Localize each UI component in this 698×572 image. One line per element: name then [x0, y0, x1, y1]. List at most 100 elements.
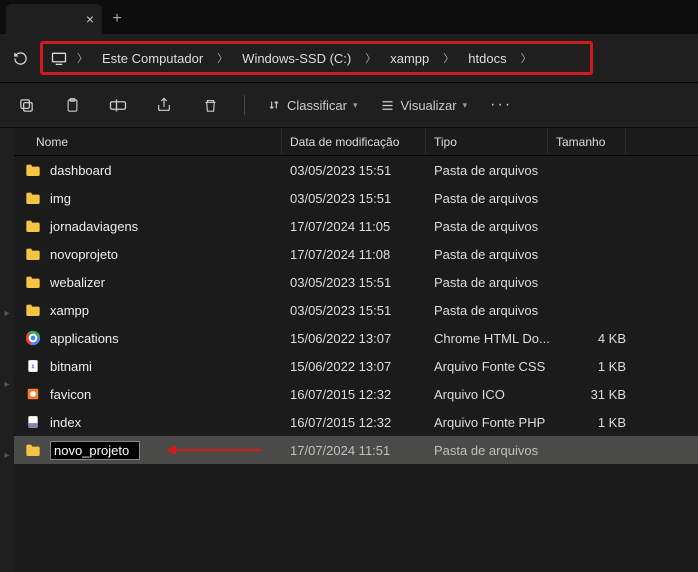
breadcrumb-item[interactable]: Este Computador [98, 49, 207, 68]
file-row[interactable]: img03/05/2023 15:51Pasta de arquivos [14, 184, 698, 212]
separator [244, 95, 245, 115]
file-size: 31 KB [556, 387, 626, 402]
file-name: dashboard [50, 163, 290, 178]
file-row-editing[interactable]: 17/07/2024 11:51 Pasta de arquivos [14, 436, 698, 464]
delete-icon[interactable] [198, 93, 222, 117]
chevron-right-icon: 〉 [359, 50, 382, 66]
copy-icon[interactable] [14, 93, 38, 117]
file-date: 03/05/2023 15:51 [290, 303, 434, 318]
rename-input[interactable] [50, 441, 140, 460]
breadcrumb-item[interactable]: Windows-SSD (C:) [238, 49, 355, 68]
chevron-right-icon[interactable]: ▸ [4, 308, 9, 319]
file-type: Arquivo Fonte CSS [434, 359, 556, 374]
folder-icon [24, 217, 42, 235]
file-date: 16/07/2015 12:32 [290, 387, 434, 402]
file-type: Arquivo ICO [434, 387, 556, 402]
new-tab-button[interactable]: + [102, 4, 132, 34]
file-size: 1 KB [556, 415, 626, 430]
window-tab[interactable]: × [6, 4, 102, 34]
file-row[interactable]: xampp03/05/2023 15:51Pasta de arquivos [14, 296, 698, 324]
file-size: 1 KB [556, 359, 626, 374]
file-date: 16/07/2015 12:32 [290, 415, 434, 430]
file-type: Pasta de arquivos [434, 443, 556, 458]
breadcrumb-item[interactable]: xampp [386, 49, 433, 68]
file-pane: ▸ ▸ ▸ Nome Data de modificação Tipo Tama… [0, 128, 698, 572]
file-name: applications [50, 331, 290, 346]
file-date: 17/07/2024 11:05 [290, 219, 434, 234]
file-row[interactable]: favicon16/07/2015 12:32Arquivo ICO31 KB [14, 380, 698, 408]
file-type: Arquivo Fonte PHP [434, 415, 556, 430]
file-row[interactable]: applications15/06/2022 13:07Chrome HTML … [14, 324, 698, 352]
nav-gutter: ▸ ▸ ▸ [0, 128, 14, 572]
file-date: 15/06/2022 13:07 [290, 359, 434, 374]
file-type: Pasta de arquivos [434, 191, 556, 206]
file-date: 15/06/2022 13:07 [290, 331, 434, 346]
svg-text:#: # [32, 364, 35, 370]
ico-file-icon [24, 385, 42, 403]
chevron-right-icon[interactable]: ▸ [4, 450, 9, 461]
col-header-name[interactable]: Nome [14, 128, 282, 155]
file-list: Nome Data de modificação Tipo Tamanho da… [14, 128, 698, 572]
paste-icon[interactable] [60, 93, 84, 117]
view-label: Visualizar [401, 98, 457, 113]
col-header-date[interactable]: Data de modificação [282, 128, 426, 155]
file-row[interactable]: novoprojeto17/07/2024 11:08Pasta de arqu… [14, 240, 698, 268]
chrome-file-icon [24, 329, 42, 347]
file-name-editing[interactable] [50, 441, 290, 460]
file-name: favicon [50, 387, 290, 402]
file-row[interactable]: #bitnami15/06/2022 13:07Arquivo Fonte CS… [14, 352, 698, 380]
file-name: jornadaviagens [50, 219, 290, 234]
file-type: Pasta de arquivos [434, 275, 556, 290]
chevron-right-icon: 〉 [515, 50, 538, 66]
file-type: Pasta de arquivos [434, 219, 556, 234]
chevron-right-icon: 〉 [437, 50, 460, 66]
share-icon[interactable] [152, 93, 176, 117]
chevron-right-icon: 〉 [211, 50, 234, 66]
file-type: Pasta de arquivos [434, 247, 556, 262]
file-date: 17/07/2024 11:51 [290, 443, 434, 458]
file-type: Chrome HTML Do... [434, 331, 556, 346]
breadcrumb-bar[interactable]: 〉 Este Computador 〉 Windows-SSD (C:) 〉 x… [40, 41, 593, 75]
css-file-icon: # [24, 357, 42, 375]
folder-icon [24, 161, 42, 179]
toolbar: Classificar ▾ Visualizar ▾ ··· [0, 82, 698, 128]
file-date: 03/05/2023 15:51 [290, 275, 434, 290]
file-date: 03/05/2023 15:51 [290, 191, 434, 206]
sort-dropdown[interactable]: Classificar ▾ [267, 98, 358, 113]
file-name: xampp [50, 303, 290, 318]
chevron-right-icon[interactable]: ▸ [4, 379, 9, 390]
folder-icon [24, 189, 42, 207]
file-date: 17/07/2024 11:08 [290, 247, 434, 262]
address-bar-row: 〉 Este Computador 〉 Windows-SSD (C:) 〉 x… [0, 34, 698, 82]
close-tab-icon[interactable]: × [86, 12, 94, 26]
file-row[interactable]: webalizer03/05/2023 15:51Pasta de arquiv… [14, 268, 698, 296]
title-bar: × + [0, 0, 698, 34]
file-date: 03/05/2023 15:51 [290, 163, 434, 178]
file-size: 4 KB [556, 331, 626, 346]
file-name: img [50, 191, 290, 206]
file-name: index [50, 415, 290, 430]
file-row[interactable]: dashboard03/05/2023 15:51Pasta de arquiv… [14, 156, 698, 184]
pc-icon [51, 50, 67, 66]
refresh-button[interactable] [8, 46, 32, 70]
rename-icon[interactable] [106, 93, 130, 117]
folder-icon [24, 301, 42, 319]
view-dropdown[interactable]: Visualizar ▾ [380, 98, 468, 113]
file-row[interactable]: jornadaviagens17/07/2024 11:05Pasta de a… [14, 212, 698, 240]
sort-label: Classificar [287, 98, 347, 113]
chevron-right-icon: 〉 [71, 50, 94, 66]
file-type: Pasta de arquivos [434, 303, 556, 318]
file-row[interactable]: index16/07/2015 12:32Arquivo Fonte PHP1 … [14, 408, 698, 436]
php-file-icon [24, 413, 42, 431]
chevron-down-icon: ▾ [463, 100, 468, 111]
folder-icon [24, 245, 42, 263]
file-type: Pasta de arquivos [434, 163, 556, 178]
more-icon[interactable]: ··· [489, 93, 513, 117]
col-header-size[interactable]: Tamanho [548, 128, 626, 155]
file-name: webalizer [50, 275, 290, 290]
col-header-type[interactable]: Tipo [426, 128, 548, 155]
folder-icon [24, 273, 42, 291]
chevron-down-icon: ▾ [353, 100, 358, 111]
folder-icon [24, 441, 42, 459]
breadcrumb-item[interactable]: htdocs [464, 49, 510, 68]
